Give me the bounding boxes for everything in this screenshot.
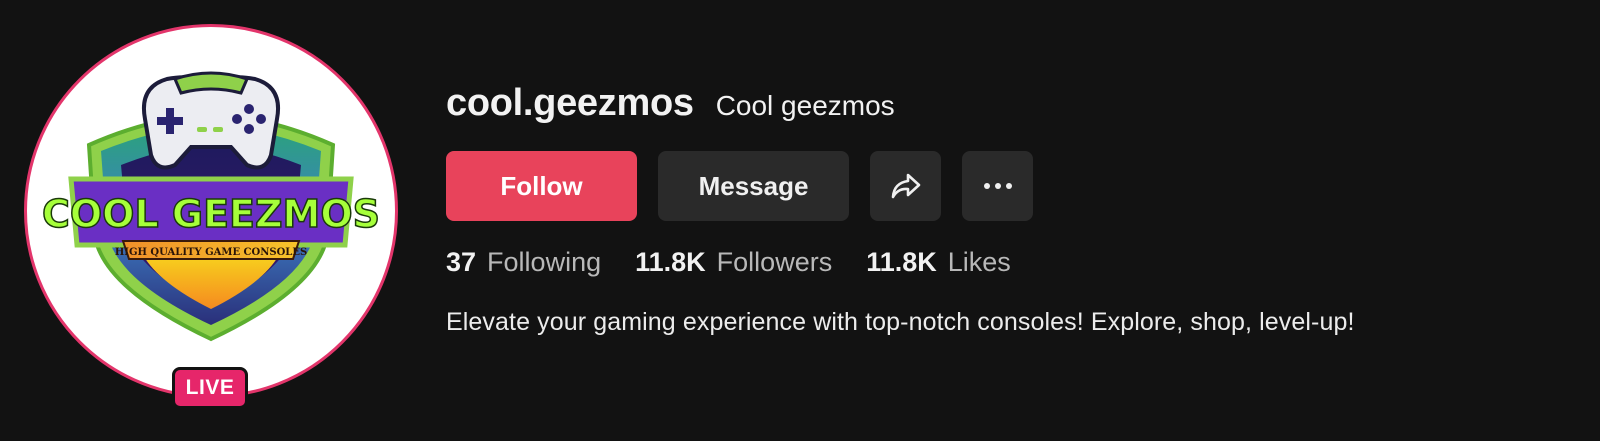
likes-count: 11.8K (866, 247, 937, 277)
share-button[interactable] (870, 151, 941, 221)
logo-title-text: COOL GEEZMOS (42, 192, 380, 236)
following-label: Following (487, 247, 602, 277)
stat-followers[interactable]: 11.8K Followers (635, 247, 832, 278)
more-options-button[interactable] (962, 151, 1033, 221)
followers-label: Followers (716, 247, 833, 277)
stat-likes: 11.8K Likes (866, 247, 1011, 278)
live-badge[interactable]: LIVE (172, 367, 248, 409)
followers-count: 11.8K (635, 247, 706, 277)
cool-geezmos-logo: COOL GEEZMOS HIGH QUALITY GAME CONSOLES (41, 71, 381, 342)
profile-header: COOL GEEZMOS HIGH QUALITY GAME CONSOLES … (0, 0, 1600, 441)
profile-info: cool.geezmos Cool geezmos Follow Message (446, 82, 1566, 337)
avatar[interactable]: COOL GEEZMOS HIGH QUALITY GAME CONSOLES (24, 24, 398, 398)
more-options-icon (983, 183, 1012, 189)
message-button[interactable]: Message (658, 151, 849, 221)
share-icon (891, 173, 920, 199)
title-row: cool.geezmos Cool geezmos (446, 82, 1566, 130)
logo-tagline-text: HIGH QUALITY GAME CONSOLES (115, 247, 307, 258)
follow-button[interactable]: Follow (446, 151, 637, 221)
avatar-container[interactable]: COOL GEEZMOS HIGH QUALITY GAME CONSOLES … (24, 24, 398, 409)
stats-row: 37 Following 11.8K Followers 11.8K Likes (446, 247, 1566, 278)
action-buttons: Follow Message (446, 151, 1566, 221)
stat-following[interactable]: 37 Following (446, 247, 601, 278)
username: cool.geezmos (446, 82, 694, 124)
profile-bio: Elevate your gaming experience with top-… (446, 308, 1355, 336)
likes-label: Likes (947, 247, 1011, 277)
following-count: 37 (446, 247, 477, 277)
nickname: Cool geezmos (715, 90, 895, 121)
